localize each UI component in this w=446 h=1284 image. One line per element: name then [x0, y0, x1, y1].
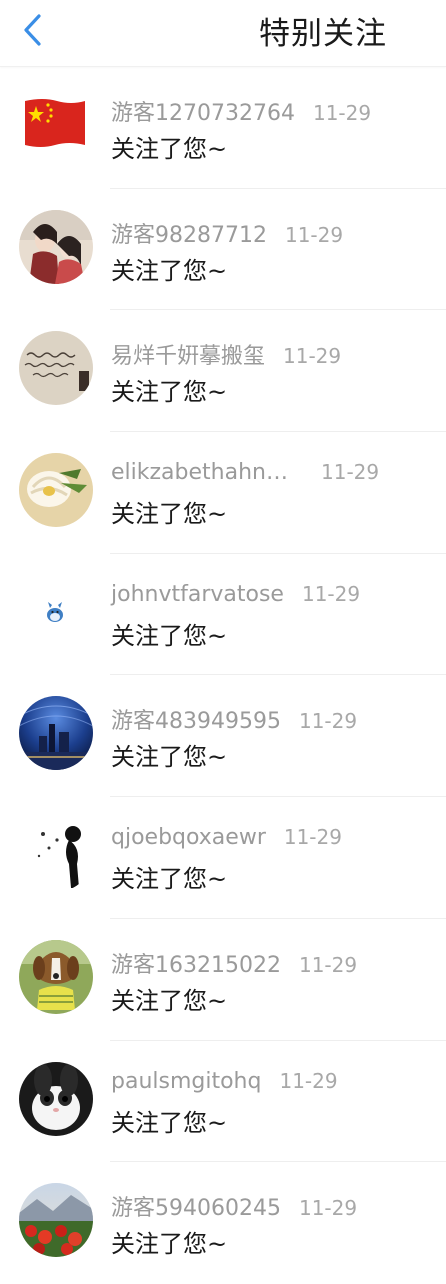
red-flowers-avatar[interactable] — [19, 1183, 93, 1258]
follow-time: 11-29 — [298, 709, 358, 734]
follower-list: 游客1270732764 11-29 关注了您~ 游客98287712 11-2… — [0, 67, 446, 1284]
china-flag-avatar[interactable] — [23, 97, 87, 149]
follow-message: 关注了您~ — [111, 1108, 228, 1137]
follow-message: 关注了您~ — [111, 135, 228, 163]
user-name: 游客1270732764 — [111, 101, 295, 126]
user-name: 游客594060245 — [111, 1196, 281, 1222]
user-name: 游客163215022 — [111, 952, 281, 978]
rabbit-avatar[interactable] — [19, 1061, 93, 1136]
handwriting-avatar[interactable] — [19, 331, 93, 406]
follow-time: 11-29 — [283, 344, 342, 369]
list-item[interactable]: 游客163215022 11-29 关注了您~ — [0, 919, 446, 1041]
follow-message: 关注了您~ — [111, 500, 228, 529]
user-name: 游客483949595 — [111, 709, 281, 735]
follow-message: 关注了您~ — [111, 378, 228, 407]
follow-time: 11-29 — [279, 1068, 338, 1093]
back-button[interactable] — [14, 12, 50, 52]
list-item[interactable]: 游客1270732764 11-29 关注了您~ — [0, 67, 446, 189]
list-item[interactable]: qjoebqoxaewr 11-29 关注了您~ — [0, 797, 446, 919]
user-name: elikzabethahn… — [111, 460, 287, 486]
follow-message: 关注了您~ — [111, 743, 228, 772]
follow-message: 关注了您~ — [111, 621, 228, 650]
follow-message: 关注了您~ — [111, 256, 228, 285]
list-item[interactable]: 易烊千姸摹搬玺 11-29 关注了您~ — [0, 310, 446, 433]
follow-time: 11-29 — [284, 222, 344, 247]
night-city-avatar[interactable] — [19, 696, 93, 771]
page-title: 特别关注 — [259, 16, 387, 52]
top-nav-bar: 特别关注 — [0, 0, 446, 67]
silhouette-avatar[interactable] — [19, 818, 93, 893]
totoro-avatar[interactable] — [19, 574, 93, 649]
user-name: qjoebqoxaewr — [111, 825, 266, 851]
chevron-left-icon — [21, 13, 43, 51]
follow-time: 11-29 — [283, 825, 342, 850]
list-item[interactable]: paulsmgitohq 11-29 关注了您~ — [0, 1041, 446, 1163]
user-name: johnvtfarvatose — [111, 581, 284, 607]
follow-time: 11-29 — [321, 460, 380, 485]
follow-time: 11-29 — [301, 581, 361, 606]
follow-message: 关注了您~ — [111, 865, 228, 894]
follow-time: 11-29 — [298, 952, 358, 977]
list-item[interactable]: 游客98287712 11-29 关注了您~ — [0, 189, 446, 311]
list-item[interactable]: 游客594060245 11-29 关注了您~ — [0, 1162, 446, 1284]
list-item[interactable]: 游客483949595 11-29 关注了您~ — [0, 675, 446, 798]
user-name: 易烊千姸摹搬玺 — [111, 344, 266, 370]
beagle-avatar[interactable] — [19, 939, 93, 1014]
list-item[interactable]: johnvtfarvatose 11-29 关注了您~ — [0, 554, 446, 676]
list-item[interactable]: elikzabethahn… 11-29 关注了您~ — [0, 432, 446, 554]
user-name: paulsmgitohq — [111, 1068, 262, 1094]
follow-time: 11-29 — [312, 101, 372, 125]
user-name: 游客98287712 — [111, 222, 267, 248]
anime-couple-avatar[interactable] — [19, 209, 93, 284]
follow-time: 11-29 — [298, 1196, 358, 1221]
follow-message: 关注了您~ — [111, 986, 228, 1015]
follow-message: 关注了您~ — [111, 1230, 228, 1259]
flower-avatar[interactable] — [19, 453, 93, 528]
